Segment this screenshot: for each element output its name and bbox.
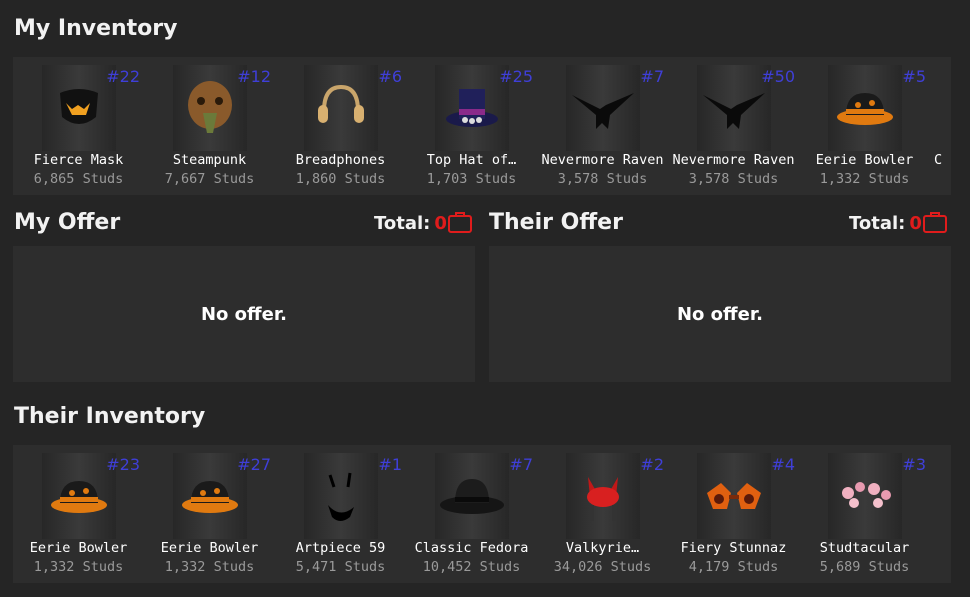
item-name: Eerie Bowler [29,540,128,556]
item-price: 5,689 Studs [819,559,910,575]
their-offer-title: Their Offer [489,210,623,235]
fierce-mask-icon [42,65,116,151]
item-price: 3,578 Studs [557,171,648,187]
inventory-item[interactable]: #25 Top Hat of… 1,703 Studs [406,57,537,195]
my-offer-title: My Offer [14,210,121,235]
inventory-item[interactable]: #3 Studtacular 5,689 Studs [799,445,930,583]
inventory-item[interactable]: #27 Eerie Bowler 1,332 Studs [144,445,275,583]
item-name: Eerie Bowler [160,540,259,556]
item-name: Steampunk [172,152,247,168]
total-label: Total: [374,213,431,234]
item-name: Nevermore Raven [672,152,795,168]
steampunk-mask-icon [173,65,247,151]
inventory-item[interactable]: #7 Nevermore Raven 3,578 Studs [537,57,668,195]
inventory-item[interactable]: #2 Valkyrie… 34,026 Studs [537,445,668,583]
inventory-item[interactable]: #6 Breadphones 1,860 Studs [275,57,406,195]
my-offer-total: Total: 0 [374,213,447,234]
item-serial: #4 [771,455,795,474]
fedora-icon [435,453,509,539]
inventory-item[interactable]: #50 Nevermore Raven 3,578 Studs [668,57,799,195]
item-serial: #6 [378,67,402,86]
item-price: 7,667 Studs [164,171,255,187]
item-price: 1,332 Studs [33,559,124,575]
item-price: 4,179 Studs [688,559,779,575]
their-offer-empty-text: No offer. [676,303,763,325]
item-name: Breadphones [295,152,386,168]
my-offer-panel: No offer. [13,246,475,382]
item-name: Valkyrie… [565,540,640,556]
their-inventory-title: Their Inventory [14,404,206,429]
item-price: 3,578 Studs [688,171,779,187]
item-name: Eerie Bowler [815,152,914,168]
item-price: 1,332 Studs [819,171,910,187]
raven-icon [697,65,771,151]
flowers-icon [828,453,902,539]
briefcase-icon[interactable] [923,211,947,233]
item-serial: #7 [640,67,664,86]
item-serial: #23 [106,455,140,474]
inventory-item[interactable]: #1 Artpiece 59 5,471 Studs [275,445,406,583]
inventory-item[interactable]: #4 Fiery Stunnaz 4,179 Studs [668,445,799,583]
headphones-icon [304,65,378,151]
total-value: 0 [909,213,922,234]
inventory-item[interactable]: #12 Steampunk 7,667 Studs [144,57,275,195]
bowler-hat-icon [173,453,247,539]
item-serial: #5 [902,67,926,86]
item-price: 6,865 Studs [33,171,124,187]
item-name: Nevermore Raven [541,152,664,168]
inventory-item[interactable]: #23 Eerie Bowler 1,332 Studs [13,445,144,583]
their-offer-total: Total: 0 [849,213,922,234]
item-name: Classic Fedora [414,540,529,556]
total-label: Total: [849,213,906,234]
item-price: 10,452 Studs [422,559,521,575]
total-value: 0 [434,213,447,234]
item-name: Fierce Mask [33,152,124,168]
item-serial: #12 [237,67,271,86]
item-name: C [934,152,943,168]
inventory-item[interactable]: #7 Classic Fedora 10,452 Studs [406,445,537,583]
item-price: 1,860 Studs [295,171,386,187]
item-name: Fiery Stunnaz [680,540,787,556]
item-name: Artpiece 59 [295,540,386,556]
item-price: 34,026 Studs [553,559,652,575]
item-serial: #3 [902,455,926,474]
my-inventory-title: My Inventory [14,16,178,41]
sunglasses-icon [697,453,771,539]
item-serial: #7 [509,455,533,474]
item-price: 1,332 Studs [164,559,255,575]
my-inventory-list: #22 Fierce Mask 6,865 Studs #12 Steampunk 7,6… [13,57,951,195]
valkyrie-helm-icon [566,453,640,539]
briefcase-icon[interactable] [448,211,472,233]
item-serial: #50 [761,67,795,86]
their-offer-panel: No offer. [489,246,951,382]
raven-icon [566,65,640,151]
face-icon [304,453,378,539]
my-offer-empty-text: No offer. [200,303,287,325]
item-serial: #2 [640,455,664,474]
item-name: Top Hat of… [426,152,517,168]
item-name: Studtacular [819,540,910,556]
item-serial: #27 [237,455,271,474]
inventory-item[interactable]: #5 Eerie Bowler 1,332 Studs [799,57,930,195]
inventory-item[interactable]: C [930,57,951,195]
item-price: 5,471 Studs [295,559,386,575]
my-inventory-panel: #22 Fierce Mask 6,865 Studs #12 Steampunk 7,6… [13,57,951,195]
their-inventory-list: #23 Eerie Bowler 1,332 Studs #27 Eerie Bowle… [13,445,930,583]
item-serial: #25 [499,67,533,86]
item-serial: #22 [106,67,140,86]
item-price: 1,703 Studs [426,171,517,187]
bowler-hat-icon [828,65,902,151]
item-serial: #1 [378,455,402,474]
inventory-item[interactable]: #22 Fierce Mask 6,865 Studs [13,57,144,195]
bowler-hat-icon [42,453,116,539]
top-hat-icon [435,65,509,151]
their-inventory-panel: #23 Eerie Bowler 1,332 Studs #27 Eerie Bowle… [13,445,951,583]
